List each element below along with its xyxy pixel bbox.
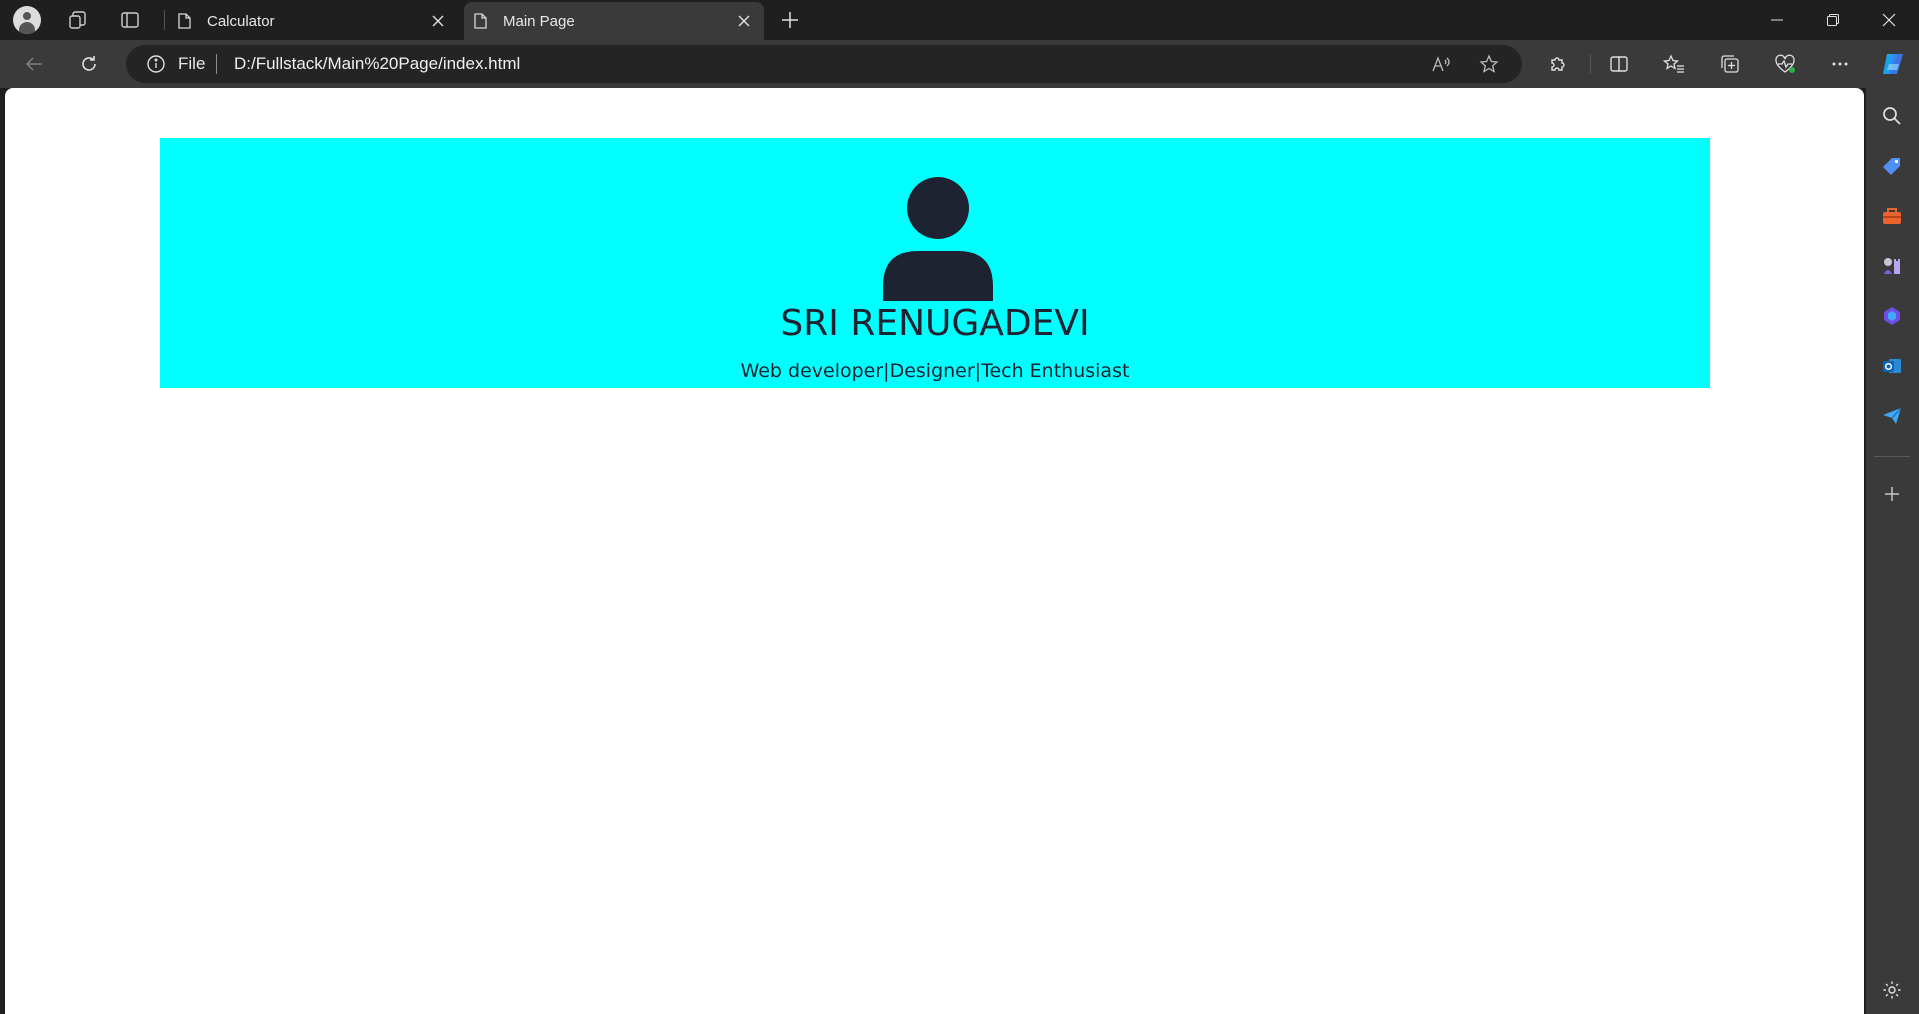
copilot-icon <box>1883 54 1903 74</box>
address-bar[interactable]: File D:/Fullstack/Main%20Page/index.html <box>126 45 1522 83</box>
tab-calculator[interactable]: Calculator <box>168 2 458 40</box>
address-separator <box>216 54 217 74</box>
restore-button[interactable] <box>1805 0 1861 40</box>
tab-close-button[interactable] <box>424 7 452 35</box>
tab-strip: Calculator Main Page <box>0 0 1919 40</box>
plus-icon <box>1885 487 1899 501</box>
sidebar-drop-button[interactable] <box>1876 400 1908 432</box>
tab-main-page[interactable]: Main Page <box>464 2 764 40</box>
more-horizontal-icon <box>1832 62 1848 66</box>
toolbox-icon <box>1883 208 1901 224</box>
info-icon[interactable] <box>146 54 166 74</box>
back-button[interactable] <box>18 48 50 80</box>
tab-label: Calculator <box>207 12 275 30</box>
close-icon <box>432 15 444 27</box>
browser-toolbar: File D:/Fullstack/Main%20Page/index.html <box>0 40 1919 88</box>
split-screen-icon <box>1610 56 1628 72</box>
gear-icon <box>1883 981 1901 999</box>
heart-pulse-icon <box>1775 54 1795 73</box>
page-icon <box>474 13 487 29</box>
user-icon <box>883 177 993 301</box>
refresh-button[interactable] <box>73 48 105 80</box>
page-viewport: SRI RENUGADEVI Web developer|Designer|Te… <box>5 88 1864 1014</box>
tab-label: Main Page <box>503 12 575 30</box>
close-icon <box>1882 13 1896 27</box>
extensions-button[interactable] <box>1542 48 1574 80</box>
profile-tagline: Web developer|Designer|Tech Enthusiast <box>740 360 1130 382</box>
new-tab-button[interactable] <box>774 4 806 36</box>
close-icon <box>738 15 750 27</box>
sidebar-search-button[interactable] <box>1876 100 1908 132</box>
minimize-icon <box>1771 19 1783 21</box>
read-aloud-icon <box>1432 56 1450 72</box>
minimize-button[interactable] <box>1749 0 1805 40</box>
tab-actions-button[interactable] <box>114 4 146 36</box>
outlook-icon <box>1883 359 1901 373</box>
page-icon <box>178 13 191 29</box>
sidebar-games-button[interactable] <box>1876 250 1908 282</box>
tag-icon <box>1883 158 1900 175</box>
puzzle-icon <box>1551 57 1565 71</box>
search-icon <box>1883 107 1901 125</box>
restore-icon <box>1827 14 1839 26</box>
profile-name: SRI RENUGADEVI <box>780 303 1090 344</box>
toolbar-divider <box>1590 54 1591 74</box>
microsoft-365-icon <box>1884 307 1900 325</box>
edge-sidebar <box>1866 88 1919 1014</box>
tab-separator <box>164 10 165 30</box>
plus-icon <box>782 12 798 28</box>
close-window-button[interactable] <box>1861 0 1917 40</box>
read-aloud-button[interactable] <box>1426 48 1458 80</box>
favorite-button[interactable] <box>1473 48 1505 80</box>
copilot-button[interactable] <box>1877 48 1909 80</box>
tab-close-button[interactable] <box>730 7 758 35</box>
sidebar-add-button[interactable] <box>1876 478 1908 510</box>
send-icon <box>1883 407 1902 424</box>
address-url[interactable]: D:/Fullstack/Main%20Page/index.html <box>234 54 520 74</box>
vertical-tabs-icon <box>121 12 139 28</box>
sidebar-outlook-button[interactable] <box>1876 350 1908 382</box>
chess-icon <box>1884 258 1900 274</box>
favorites-list-icon <box>1663 54 1684 73</box>
profile-header: SRI RENUGADEVI Web developer|Designer|Te… <box>160 138 1710 388</box>
favorites-button[interactable] <box>1658 48 1690 80</box>
address-scheme-label: File <box>178 54 206 73</box>
sidebar-settings-button[interactable] <box>1876 974 1908 1006</box>
arrow-left-icon <box>25 57 42 71</box>
more-menu-button[interactable] <box>1824 48 1856 80</box>
sidebar-separator <box>1874 456 1910 457</box>
collections-button[interactable] <box>1714 48 1746 80</box>
sidebar-shopping-button[interactable] <box>1876 150 1908 182</box>
sidebar-tools-button[interactable] <box>1876 200 1908 232</box>
profile-icon <box>13 6 41 34</box>
profile-avatar-button[interactable] <box>11 4 43 36</box>
sidebar-office-button[interactable] <box>1876 300 1908 332</box>
split-screen-button[interactable] <box>1603 48 1635 80</box>
star-icon <box>1479 54 1499 73</box>
collections-icon <box>1721 55 1739 73</box>
workspaces-button[interactable] <box>62 4 94 36</box>
workspaces-icon <box>69 11 86 29</box>
browser-essentials-button[interactable] <box>1769 48 1801 80</box>
refresh-icon <box>82 56 96 71</box>
